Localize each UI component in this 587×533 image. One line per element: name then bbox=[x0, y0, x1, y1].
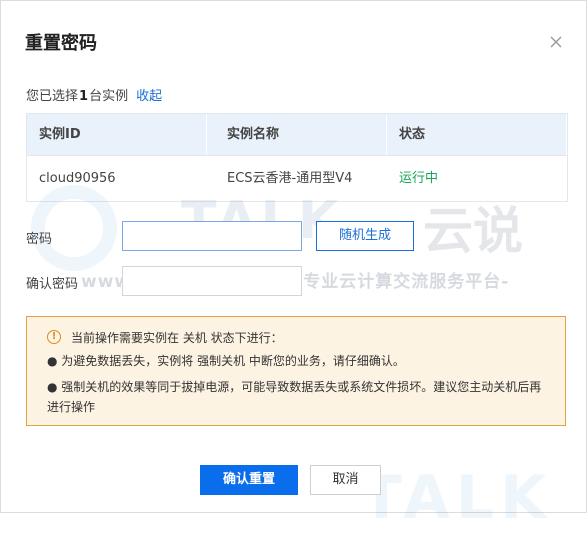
warning-notice: ! 当前操作需要实例在 关机 状态下进行： ● 为避免数据丢失，实例将 强制关机… bbox=[26, 316, 566, 426]
instance-table: 实例ID 实例名称 状态 cloud90956 ECS云香港-通用型V4 运行中 bbox=[26, 113, 568, 202]
column-header-status: 状态 bbox=[387, 114, 567, 155]
instance-status-cell: 运行中 bbox=[399, 171, 439, 186]
table-header: 实例ID 实例名称 状态 bbox=[27, 114, 567, 155]
column-header-name: 实例名称 bbox=[207, 114, 387, 155]
notice-head: ! 当前操作需要实例在 关机 状态下进行： bbox=[47, 327, 551, 347]
notice-head-text: 当前操作需要实例在 关机 状态下进行： bbox=[71, 330, 283, 345]
password-input[interactable] bbox=[122, 221, 302, 251]
reset-password-dialog: 重置密码 您已选择1台实例 收起 实例ID 实例名称 状态 cloud90956 … bbox=[0, 0, 587, 533]
watermark-bottom: TALK bbox=[361, 463, 553, 533]
selection-suffix: 台实例 bbox=[89, 89, 129, 104]
selection-prefix: 您已选择 bbox=[26, 89, 79, 104]
random-generate-button[interactable]: 随机生成 bbox=[316, 221, 414, 251]
confirm-reset-button[interactable]: 确认重置 bbox=[200, 465, 298, 495]
password-label: 密码 bbox=[26, 232, 53, 247]
dialog-title: 重置密码 bbox=[25, 33, 97, 54]
close-icon[interactable] bbox=[547, 33, 565, 51]
instance-id-cell: cloud90956 bbox=[39, 171, 116, 186]
table-row: cloud90956 ECS云香港-通用型V4 运行中 bbox=[27, 155, 567, 201]
selection-summary: 您已选择1台实例 收起 bbox=[26, 85, 162, 104]
warning-icon: ! bbox=[47, 330, 61, 344]
instance-name-cell: ECS云香港-通用型V4 bbox=[227, 171, 353, 186]
column-header-id: 实例ID bbox=[27, 114, 207, 155]
confirm-password-label: 确认密码 bbox=[26, 277, 79, 292]
selection-count: 1 bbox=[79, 89, 89, 104]
notice-line-2: ● 强制关机的效果等同于拔掉电源，可能导致数据丢失或系统文件损坏。建议您主动关机… bbox=[47, 380, 542, 414]
notice-line-1: ● 为避免数据丢失，实例将 强制关机 中断您的业务，请仔细确认。 bbox=[47, 354, 405, 368]
cancel-button[interactable]: 取消 bbox=[310, 465, 381, 495]
confirm-password-input[interactable] bbox=[122, 266, 302, 296]
collapse-link[interactable]: 收起 bbox=[136, 89, 162, 104]
